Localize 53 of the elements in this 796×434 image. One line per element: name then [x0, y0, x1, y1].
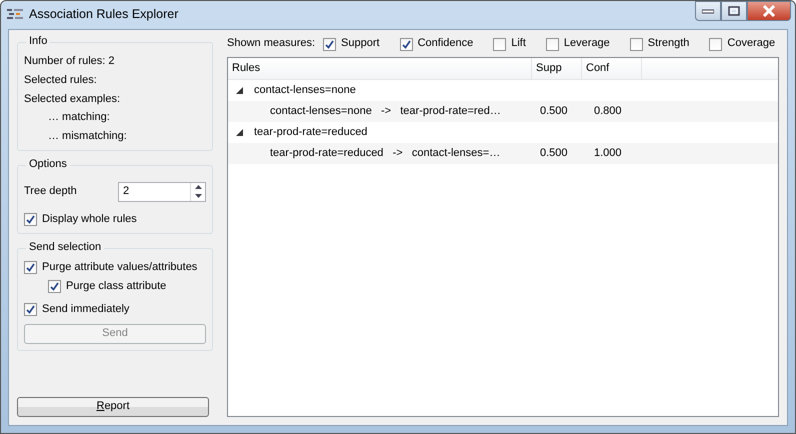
- tree-depth-spinbox[interactable]: 2: [118, 182, 206, 202]
- info-text: … matching:: [47, 111, 111, 125]
- minimize-icon: [702, 8, 714, 14]
- checkbox-label[interactable]: Lift: [511, 37, 526, 51]
- checkbox-label[interactable]: Coverage: [727, 37, 776, 51]
- rule-text[interactable]: contact-lenses=none -> tear-prod-rate=red…: [270, 104, 501, 117]
- checkbox[interactable]: [493, 38, 506, 50]
- expand-arrow-icon[interactable]: [236, 129, 243, 136]
- checkbox-label[interactable]: Display whole rules: [42, 212, 137, 226]
- group-title: Options: [26, 158, 70, 172]
- checkbox[interactable]: [546, 38, 559, 50]
- info-text: Selected rules:: [24, 74, 98, 88]
- checkbox[interactable]: [400, 38, 413, 50]
- checkbox-label[interactable]: Strength: [648, 37, 690, 51]
- column-header[interactable]: Conf: [582, 58, 642, 79]
- field-label: Tree depth: [24, 184, 78, 199]
- checkbox[interactable]: [709, 38, 722, 50]
- expand-arrow-icon[interactable]: [236, 87, 243, 94]
- rule-text[interactable]: tear-prod-rate=reduced -> contact-lenses=…: [270, 146, 500, 159]
- minimize-button[interactable]: [695, 1, 721, 21]
- confidence-value: 1.000: [594, 146, 622, 159]
- checkbox-label[interactable]: Purge attribute values/attributes: [42, 260, 198, 274]
- measures-label: Shown measures:: [227, 37, 316, 51]
- info-text: Number of rules: 2: [24, 55, 116, 69]
- checkbox-label[interactable]: Confidence: [418, 37, 474, 51]
- window-title: Association Rules Explorer: [29, 7, 180, 23]
- confidence-value: 0.800: [594, 104, 622, 117]
- checkbox[interactable]: [24, 213, 37, 226]
- column-header[interactable]: Rules: [228, 58, 532, 79]
- maximize-icon: [728, 6, 740, 16]
- close-button[interactable]: [747, 1, 791, 21]
- close-icon: [762, 5, 776, 17]
- checkbox[interactable]: [48, 280, 61, 294]
- report-button[interactable]: Report: [17, 397, 209, 417]
- checkbox-label[interactable]: Leverage: [564, 37, 610, 51]
- tree-node[interactable]: tear-prod-rate=reduced: [254, 126, 368, 140]
- app-icon: [7, 8, 23, 22]
- support-value: 0.500: [540, 146, 568, 159]
- spin-up-icon[interactable]: [194, 185, 202, 190]
- checkbox-label[interactable]: Send immediately: [42, 303, 130, 317]
- spin-down-icon[interactable]: [194, 194, 202, 198]
- checkbox-label[interactable]: Purge class attribute: [66, 280, 166, 294]
- info-text: … mismatching:: [47, 130, 128, 144]
- column-header[interactable]: Supp: [532, 58, 582, 79]
- checkbox[interactable]: [24, 260, 37, 274]
- support-value: 0.500: [540, 104, 568, 117]
- maximize-button[interactable]: [721, 1, 747, 21]
- checkbox[interactable]: [323, 38, 336, 50]
- checkbox[interactable]: [24, 303, 37, 316]
- tree-node[interactable]: contact-lenses=none: [254, 84, 356, 98]
- checkbox-label[interactable]: Support: [341, 37, 380, 51]
- checkbox[interactable]: [630, 38, 643, 50]
- info-text: Selected examples:: [24, 92, 121, 106]
